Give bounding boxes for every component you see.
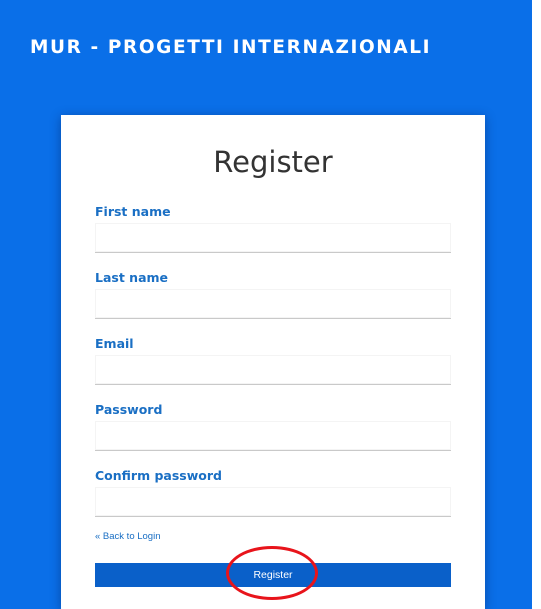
first-name-label: First name xyxy=(95,204,171,219)
email-field[interactable] xyxy=(95,355,451,385)
confirm-password-field[interactable] xyxy=(95,487,451,517)
register-button[interactable]: Register xyxy=(95,563,451,587)
last-name-field[interactable] xyxy=(95,289,451,319)
page-title: Register xyxy=(213,145,333,179)
confirm-password-label: Confirm password xyxy=(95,468,222,483)
back-to-login-link[interactable]: « Back to Login xyxy=(95,531,161,543)
email-label: Email xyxy=(95,336,134,351)
register-card: Register First name Last name Email Pass… xyxy=(61,115,485,609)
last-name-label: Last name xyxy=(95,270,169,285)
first-name-field[interactable] xyxy=(95,223,451,253)
site-title: MUR - PROGETTI INTERNAZIONALI xyxy=(30,37,432,58)
password-field[interactable] xyxy=(95,421,451,451)
password-label: Password xyxy=(95,402,163,417)
